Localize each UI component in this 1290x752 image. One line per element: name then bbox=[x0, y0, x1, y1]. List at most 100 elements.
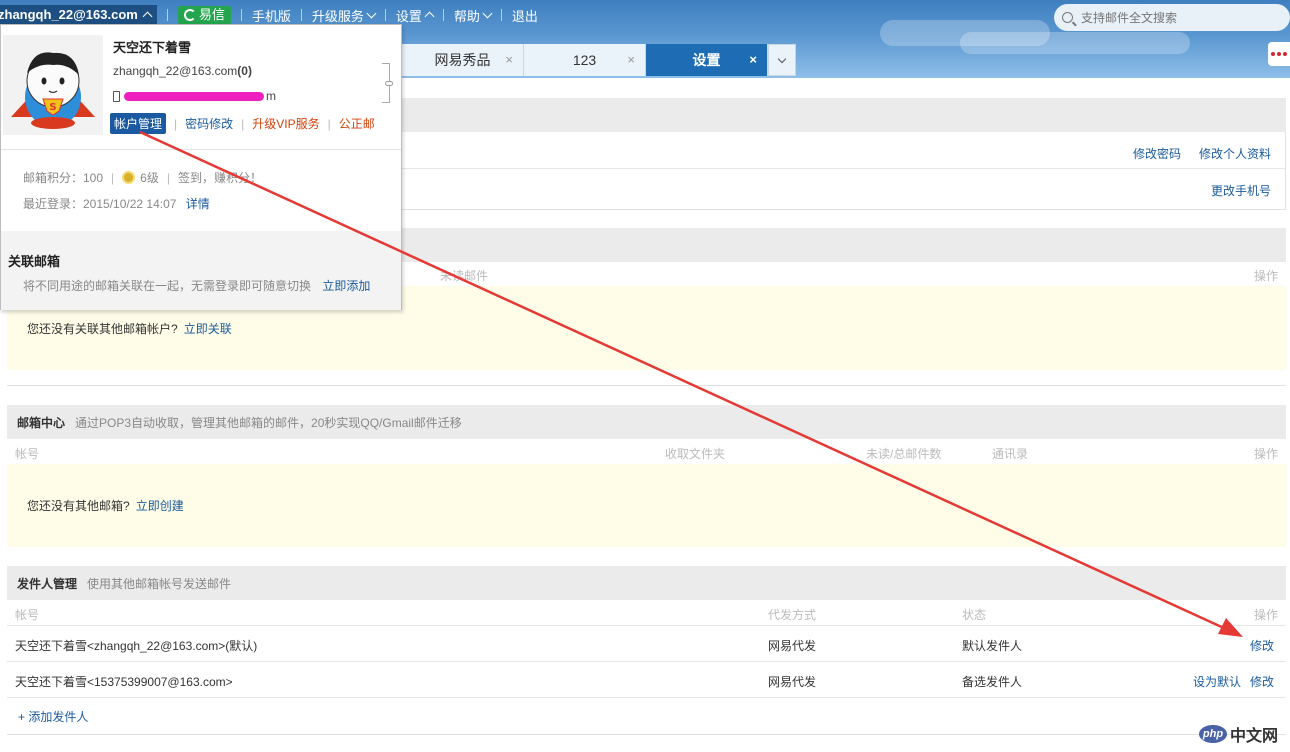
divider bbox=[1, 149, 401, 150]
linked-empty-text: 您还没有关联其他邮箱帐户? bbox=[27, 321, 178, 336]
nav-divider bbox=[384, 9, 386, 21]
sender-status: 备选发件人 bbox=[962, 675, 1023, 689]
nav-divider bbox=[240, 9, 242, 21]
tab-label: 网易秀品 bbox=[434, 52, 491, 68]
account-menu-button[interactable]: zhangqh_22@163.com bbox=[0, 5, 157, 25]
edit-profile-link[interactable]: 修改个人资料 bbox=[1199, 145, 1271, 162]
linked-mailbox-panel: 关联邮箱 将不同用途的邮箱关联在一起，无需登录即可随意切换 立即添加 bbox=[1, 231, 401, 310]
link-now-link[interactable]: 立即关联 bbox=[184, 320, 232, 337]
divider bbox=[7, 734, 1286, 735]
tab-wangyi-xiupin[interactable]: 网易秀品 × bbox=[402, 44, 524, 76]
avatar[interactable]: S bbox=[3, 35, 103, 135]
popup-email-address: zhangqh_22@163.com bbox=[113, 64, 238, 78]
tab-123[interactable]: 123 × bbox=[524, 44, 646, 76]
table-row: 天空还下着雪<zhangqh_22@163.com>(默认) 网易代发 默认发件… bbox=[7, 626, 1286, 662]
col-status: 状态 bbox=[962, 608, 987, 622]
account-popup: S 天空还下着雪 zhangqh_22@163.com(0) m 帐户管理 | … bbox=[0, 24, 402, 310]
sender-account: 天空还下着雪<zhangqh_22@163.com>(默认) bbox=[15, 639, 258, 653]
mobile-link[interactable]: 手机版 bbox=[252, 6, 291, 25]
php-logo: php bbox=[1199, 725, 1227, 743]
upgrade-menu[interactable]: 升级服务 bbox=[311, 6, 377, 25]
col-account: 帐号 bbox=[15, 447, 40, 461]
search-input[interactable] bbox=[1081, 10, 1261, 25]
section-title: 邮箱中心 bbox=[17, 415, 66, 430]
help-label: 帮助 bbox=[453, 8, 480, 24]
tab-label: 123 bbox=[572, 52, 597, 68]
action-divider: | bbox=[166, 170, 170, 185]
search-box[interactable] bbox=[1054, 4, 1290, 31]
mailbox-empty-text: 您还没有其他邮箱? bbox=[27, 499, 130, 513]
coin-icon bbox=[122, 171, 136, 184]
phone-suffix: m bbox=[266, 89, 276, 103]
mailbox-center-empty-state: 您还没有其他邮箱? 立即创建 bbox=[7, 464, 1286, 547]
detail-link[interactable]: 详情 bbox=[186, 197, 210, 211]
yixin-label: 易信 bbox=[198, 7, 225, 22]
col-contacts: 通讯录 bbox=[992, 447, 1029, 461]
change-password-button[interactable]: 密码修改 bbox=[185, 115, 233, 132]
table-row: 天空还下着雪<15375399007@163.com> 网易代发 备选发件人 设… bbox=[7, 662, 1286, 698]
action-divider: | bbox=[327, 116, 331, 131]
chevron-down-icon bbox=[777, 54, 787, 63]
background-cloud bbox=[960, 32, 1190, 54]
sender-method: 网易代发 bbox=[768, 639, 817, 653]
linked-desc-line: 将不同用途的邮箱关联在一起，无需登录即可随意切换 立即添加 bbox=[23, 277, 370, 294]
change-password-link[interactable]: 修改密码 bbox=[1133, 145, 1181, 162]
edit-sender-link[interactable]: 修改 bbox=[1250, 673, 1274, 690]
col-unread: 未读邮件 bbox=[440, 269, 489, 283]
linked-desc: 将不同用途的邮箱关联在一起，无需登录即可随意切换 bbox=[23, 279, 312, 293]
upgrade-label: 升级服务 bbox=[311, 8, 364, 24]
chevron-up-icon bbox=[424, 11, 435, 22]
logout-link[interactable]: 退出 bbox=[512, 6, 538, 25]
redaction-mark bbox=[124, 91, 264, 101]
settings-menu[interactable]: 设置 bbox=[395, 6, 435, 25]
yixin-icon bbox=[183, 9, 196, 21]
close-icon[interactable]: × bbox=[505, 52, 513, 67]
set-default-link[interactable]: 设为默认 bbox=[1193, 673, 1241, 690]
tab-label: 设置 bbox=[692, 52, 721, 68]
level-label: 6级 bbox=[140, 171, 159, 185]
change-phone-link[interactable]: 更改手机号 bbox=[1211, 182, 1271, 199]
col-action: 操作 bbox=[1253, 447, 1278, 461]
popup-email: zhangqh_22@163.com(0) bbox=[113, 64, 252, 78]
public-mail-button[interactable]: 公正邮 bbox=[339, 115, 375, 132]
col-action: 操作 bbox=[1253, 608, 1278, 622]
nav-divider bbox=[166, 9, 168, 21]
yixin-button[interactable]: 易信 bbox=[177, 6, 231, 24]
search-icon bbox=[1062, 12, 1073, 23]
link-icon[interactable] bbox=[385, 81, 393, 86]
section-desc: 使用其他邮箱帐号发送邮件 bbox=[87, 576, 232, 591]
tab-overflow-button[interactable] bbox=[768, 44, 796, 76]
action-divider: | bbox=[174, 116, 178, 131]
top-nav: zhangqh_22@163.com 易信 手机版 升级服务 设置 帮助 退出 bbox=[0, 4, 538, 26]
add-sender-link[interactable]: + 添加发件人 bbox=[18, 708, 88, 725]
close-icon[interactable]: × bbox=[749, 52, 757, 67]
upgrade-vip-button[interactable]: 升级VIP服务 bbox=[252, 115, 319, 132]
add-now-link[interactable]: 立即添加 bbox=[322, 279, 370, 293]
svg-text:S: S bbox=[49, 102, 56, 113]
popup-phone: m bbox=[113, 89, 276, 103]
create-now-link[interactable]: 立即创建 bbox=[136, 497, 184, 514]
section-desc: 通过POP3自动收取，管理其他邮箱的邮件，20秒实现QQ/Gmail邮件迁移 bbox=[75, 415, 462, 430]
checkin-link[interactable]: 签到，赚积分！ bbox=[178, 169, 262, 186]
close-icon[interactable]: × bbox=[627, 52, 635, 67]
display-name: 天空还下着雪 bbox=[113, 40, 192, 55]
col-action: 操作 bbox=[1253, 269, 1278, 283]
unread-count: (0) bbox=[237, 64, 252, 78]
mailbox-score: 邮箱积分：100 bbox=[23, 171, 104, 185]
sender-mgmt-header: 发件人管理 使用其他邮箱帐号发送邮件 bbox=[7, 566, 1286, 600]
account-management-button[interactable]: 帐户管理 bbox=[110, 113, 167, 134]
tab-settings[interactable]: 设置 × bbox=[646, 44, 768, 76]
superman-avatar-icon: S bbox=[3, 35, 103, 135]
tab-bar: 网易秀品 × 123 × 设置 × bbox=[402, 44, 796, 76]
nav-divider bbox=[442, 9, 444, 21]
col-folder: 收取文件夹 bbox=[665, 447, 726, 461]
settings-label: 设置 bbox=[395, 8, 422, 24]
edit-sender-link[interactable]: 修改 bbox=[1250, 637, 1274, 654]
more-options-icon[interactable] bbox=[1268, 42, 1290, 66]
linked-title: 关联邮箱 bbox=[8, 254, 61, 269]
sender-method: 网易代发 bbox=[768, 675, 817, 689]
mailbox-center-header: 邮箱中心 通过POP3自动收取，管理其他邮箱的邮件，20秒实现QQ/Gmail邮… bbox=[7, 405, 1286, 439]
help-menu[interactable]: 帮助 bbox=[453, 6, 493, 25]
col-unread-total: 未读/总邮件数 bbox=[866, 447, 942, 461]
watermark-text: 中文网 bbox=[1230, 728, 1279, 745]
